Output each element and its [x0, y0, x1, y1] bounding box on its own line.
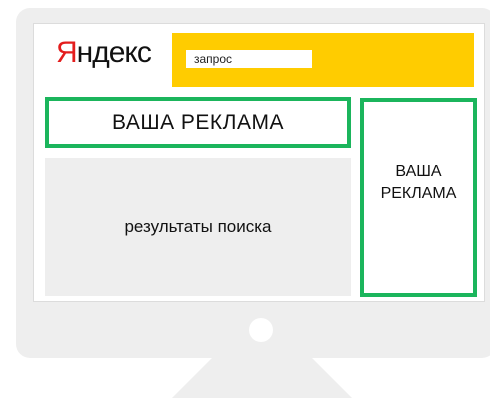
stand-base — [172, 358, 352, 398]
monitor-illustration: Яндекс ВАША РЕКЛАМА результаты поиска ВА… — [0, 0, 490, 404]
monitor-stand — [172, 358, 352, 398]
